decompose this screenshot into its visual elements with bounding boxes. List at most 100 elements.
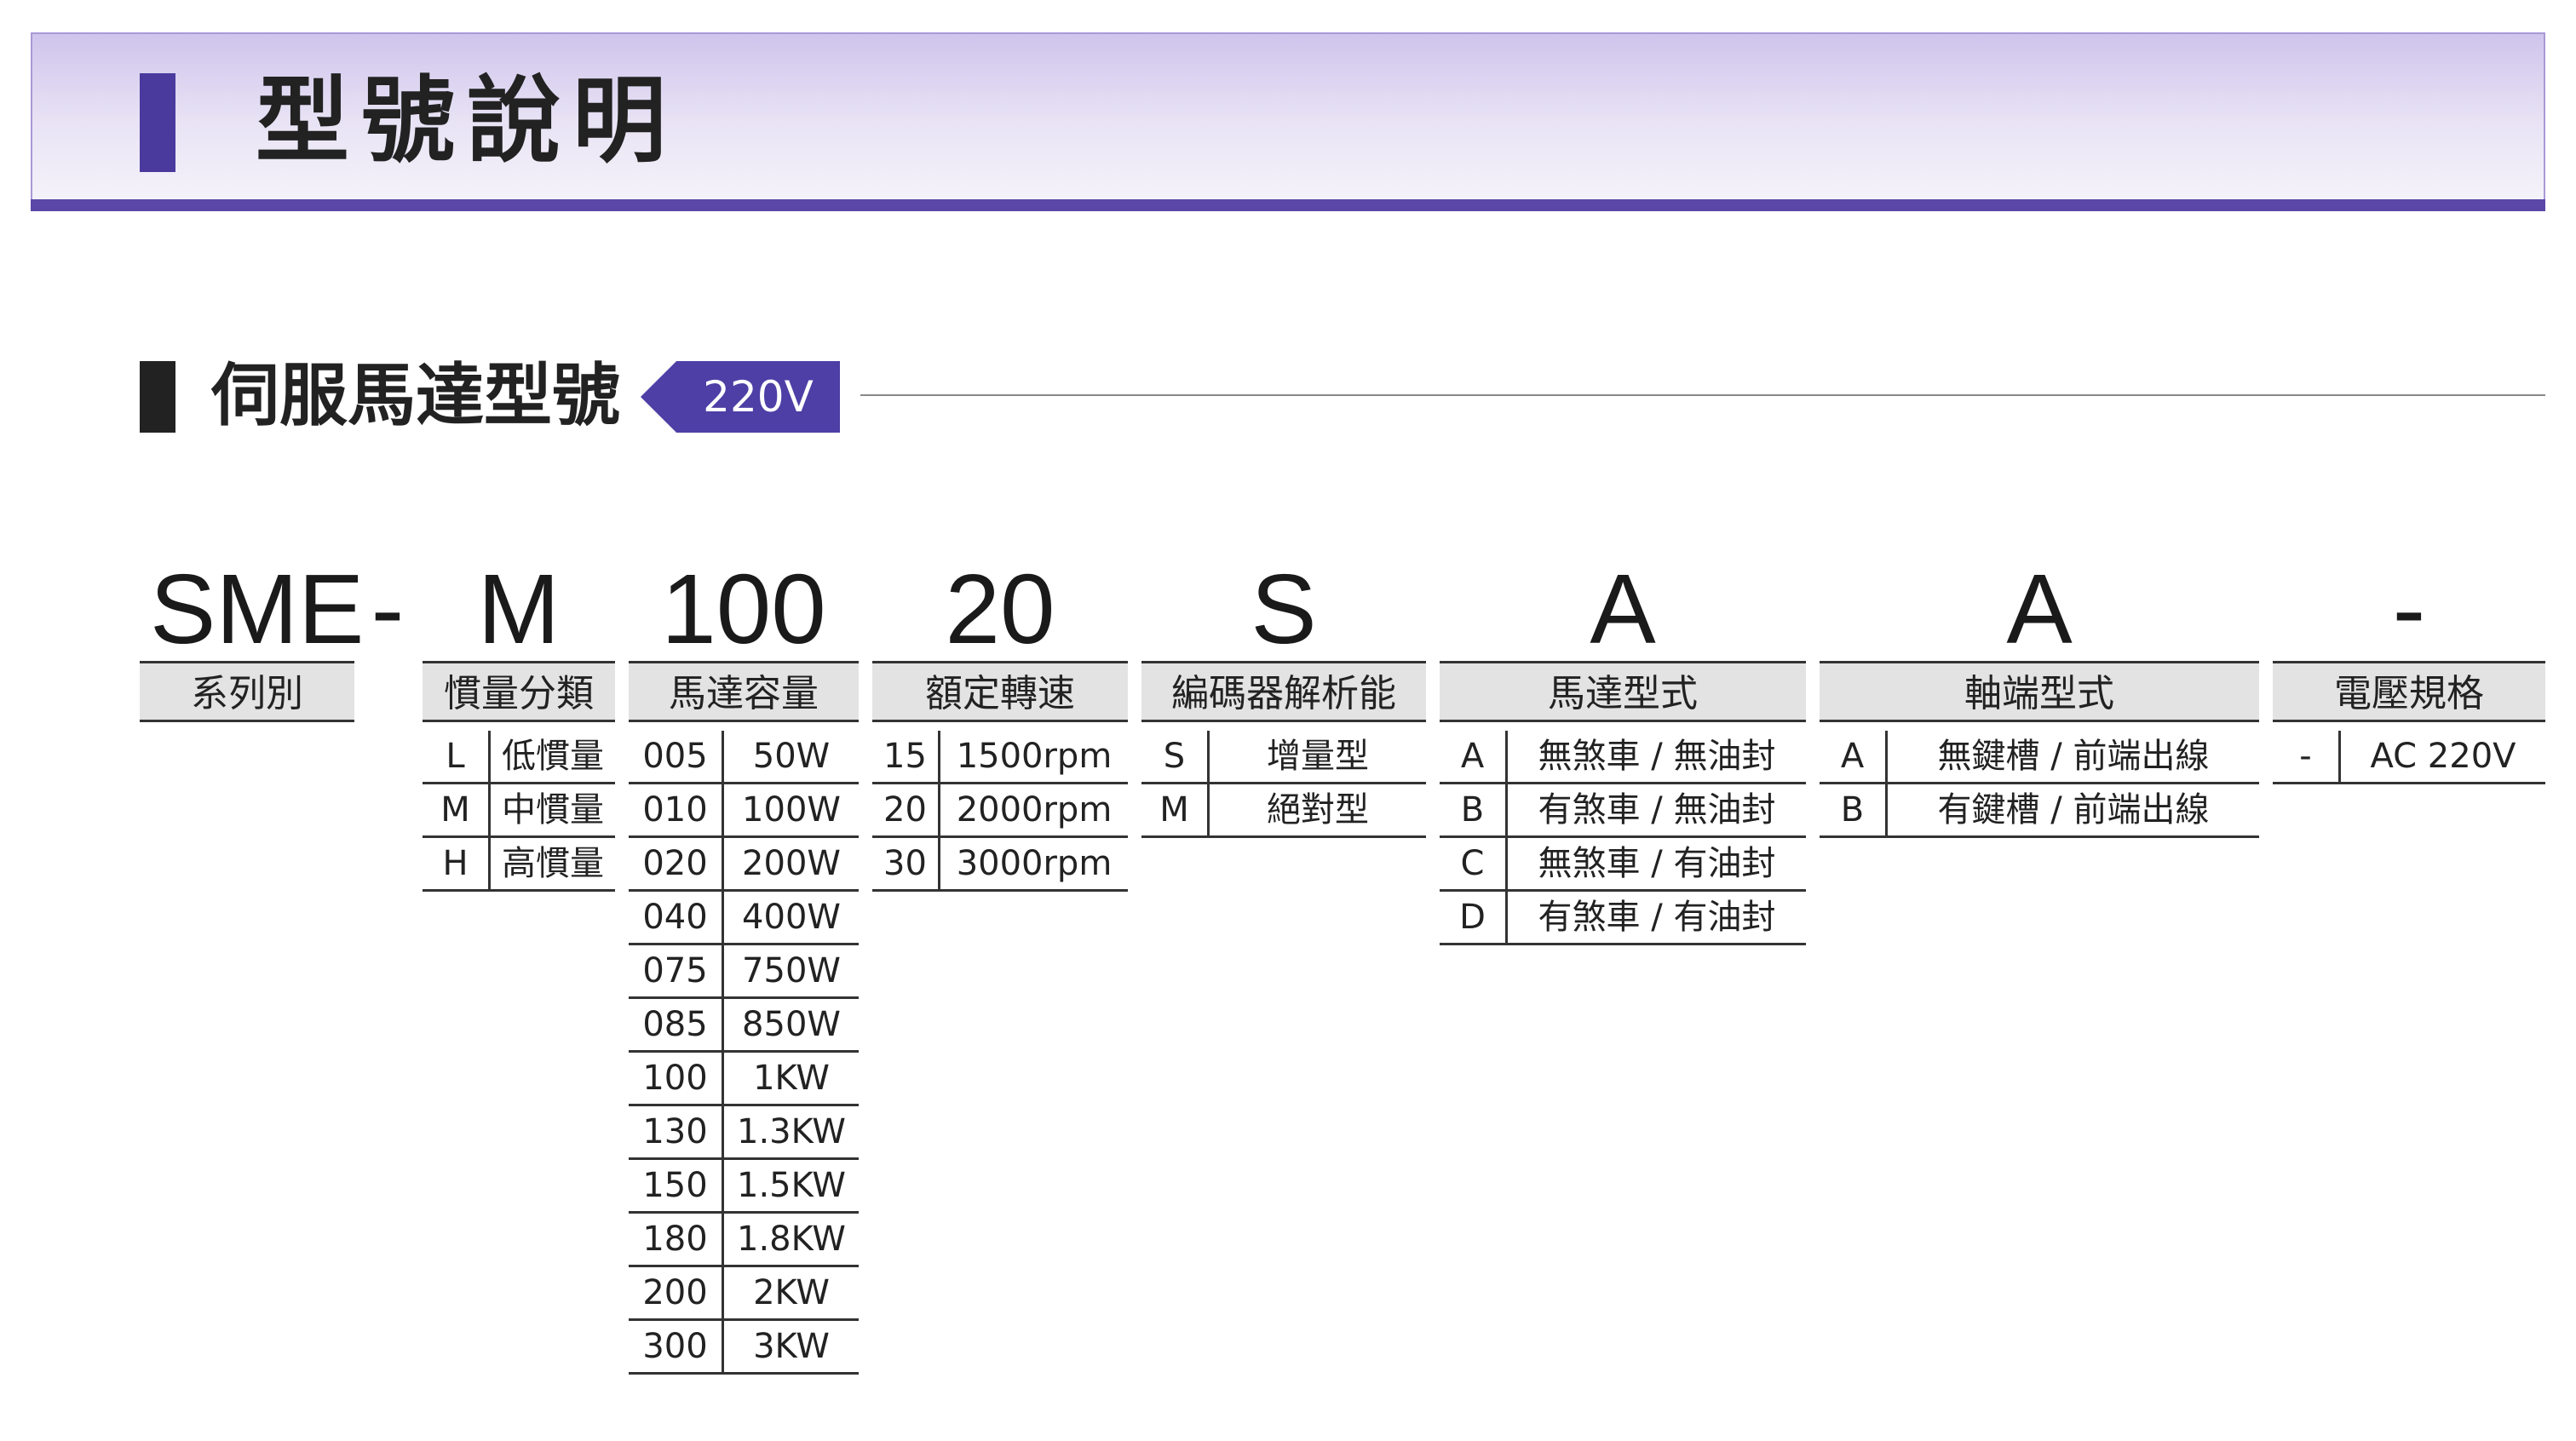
inertia-row: L 低慣量 xyxy=(423,731,615,784)
option-description: AC 220V xyxy=(2370,737,2516,776)
capacity-row: 040 400W xyxy=(629,892,859,945)
capacity-row: 075 750W xyxy=(629,945,859,999)
option-code: B xyxy=(1440,784,1508,835)
option-code: 15 xyxy=(872,731,940,782)
option-description: 1.3KW xyxy=(737,1112,846,1151)
option-code: 010 xyxy=(629,784,724,835)
section-marker xyxy=(140,361,175,433)
option-description: 100W xyxy=(742,790,841,830)
voltage-row: - AC 220V xyxy=(2273,731,2545,784)
motor-type-row: D 有煞車 / 有油封 xyxy=(1440,892,1806,945)
option-description: 200W xyxy=(742,844,841,883)
option-code: H xyxy=(423,838,491,889)
header-capacity: 馬達容量 xyxy=(629,661,859,722)
code-voltage: - xyxy=(2392,554,2426,664)
option-description: 無鍵槽 / 前端出線 xyxy=(1937,737,2210,776)
title-marker xyxy=(140,73,175,172)
code-encoder: S xyxy=(1251,554,1317,664)
option-code: 30 xyxy=(872,838,940,889)
option-description: 1.8KW xyxy=(737,1220,846,1259)
header-inertia: 慣量分類 xyxy=(423,661,615,722)
header-motor-type: 馬達型式 xyxy=(1440,661,1806,722)
inertia-row: M 中慣量 xyxy=(423,784,615,838)
option-code: L xyxy=(423,731,491,782)
code-series: SME xyxy=(150,554,365,664)
header-shaft: 軸端型式 xyxy=(1820,661,2259,722)
option-description: 2000rpm xyxy=(956,790,1113,830)
option-description: 1500rpm xyxy=(956,737,1113,776)
option-code: 020 xyxy=(629,838,724,889)
option-code: - xyxy=(2273,731,2341,782)
option-code: M xyxy=(1141,784,1210,835)
encoder-row: S 增量型 xyxy=(1141,731,1426,784)
option-code: S xyxy=(1141,731,1210,782)
option-code: 150 xyxy=(629,1160,724,1211)
option-code: A xyxy=(1440,731,1508,782)
inertia-row: H 高慣量 xyxy=(423,838,615,892)
header-voltage: 電壓規格 xyxy=(2273,661,2545,722)
capacity-row: 200 2KW xyxy=(629,1267,859,1321)
option-description: 增量型 xyxy=(1267,737,1369,776)
option-code: 005 xyxy=(629,731,724,782)
speed-row: 30 3000rpm xyxy=(872,838,1128,892)
option-description: 有煞車 / 有油封 xyxy=(1538,898,1776,937)
capacity-row: 100 1KW xyxy=(629,1053,859,1106)
header-speed: 額定轉速 xyxy=(872,661,1128,722)
option-description: 1.5KW xyxy=(737,1166,846,1205)
code-speed: 20 xyxy=(945,554,1055,664)
option-description: 無煞車 / 有油封 xyxy=(1538,844,1776,883)
option-description: 有煞車 / 無油封 xyxy=(1538,790,1776,830)
title-banner-underline xyxy=(31,199,2545,211)
option-description: 低慣量 xyxy=(502,737,604,776)
option-description: 高慣量 xyxy=(502,844,604,883)
option-description: 50W xyxy=(752,737,831,776)
header-series: 系列別 xyxy=(140,661,354,722)
header-encoder: 編碼器解析能 xyxy=(1141,661,1426,722)
motor-type-row: C 無煞車 / 有油封 xyxy=(1440,838,1806,892)
option-code: 040 xyxy=(629,892,724,943)
option-description: 中慣量 xyxy=(502,790,604,830)
motor-type-row: B 有煞車 / 無油封 xyxy=(1440,784,1806,838)
option-description: 1KW xyxy=(753,1059,830,1098)
option-code: 20 xyxy=(872,784,940,835)
option-code: 075 xyxy=(629,945,724,996)
encoder-row: M 絕對型 xyxy=(1141,784,1426,838)
option-description: 2KW xyxy=(753,1273,830,1312)
option-description: 750W xyxy=(742,951,841,990)
code-inertia: M xyxy=(477,554,561,664)
code-dash: - xyxy=(371,554,405,664)
voltage-tag-label: 220V xyxy=(703,372,814,422)
option-code: B xyxy=(1820,784,1888,835)
option-description: 無煞車 / 無油封 xyxy=(1538,737,1776,776)
code-shaft: A xyxy=(2006,554,2073,664)
option-description: 3KW xyxy=(753,1327,830,1366)
option-code: 300 xyxy=(629,1321,724,1372)
option-code: 130 xyxy=(629,1106,724,1157)
option-description: 850W xyxy=(742,1005,841,1044)
section-divider xyxy=(860,394,2545,396)
capacity-row: 180 1.8KW xyxy=(629,1214,859,1267)
capacity-row: 020 200W xyxy=(629,838,859,892)
capacity-row: 010 100W xyxy=(629,784,859,838)
option-description: 有鍵槽 / 前端出線 xyxy=(1937,790,2210,830)
option-code: A xyxy=(1820,731,1888,782)
option-code: 200 xyxy=(629,1267,724,1318)
speed-row: 15 1500rpm xyxy=(872,731,1128,784)
option-code: M xyxy=(423,784,491,835)
code-capacity: 100 xyxy=(661,554,826,664)
option-description: 絕對型 xyxy=(1267,790,1369,830)
shaft-row: B 有鍵槽 / 前端出線 xyxy=(1820,784,2259,838)
option-code: C xyxy=(1440,838,1508,889)
shaft-row: A 無鍵槽 / 前端出線 xyxy=(1820,731,2259,784)
capacity-row: 300 3KW xyxy=(629,1321,859,1375)
option-description: 400W xyxy=(742,898,841,937)
motor-type-row: A 無煞車 / 無油封 xyxy=(1440,731,1806,784)
option-code: 180 xyxy=(629,1214,724,1265)
code-motor-type: A xyxy=(1590,554,1656,664)
option-description: 3000rpm xyxy=(956,844,1113,883)
page-title: 型號說明 xyxy=(256,66,678,175)
section-title: 伺服馬達型號 xyxy=(211,356,620,435)
capacity-row: 130 1.3KW xyxy=(629,1106,859,1160)
option-code: D xyxy=(1440,892,1508,943)
option-code: 100 xyxy=(629,1053,724,1104)
